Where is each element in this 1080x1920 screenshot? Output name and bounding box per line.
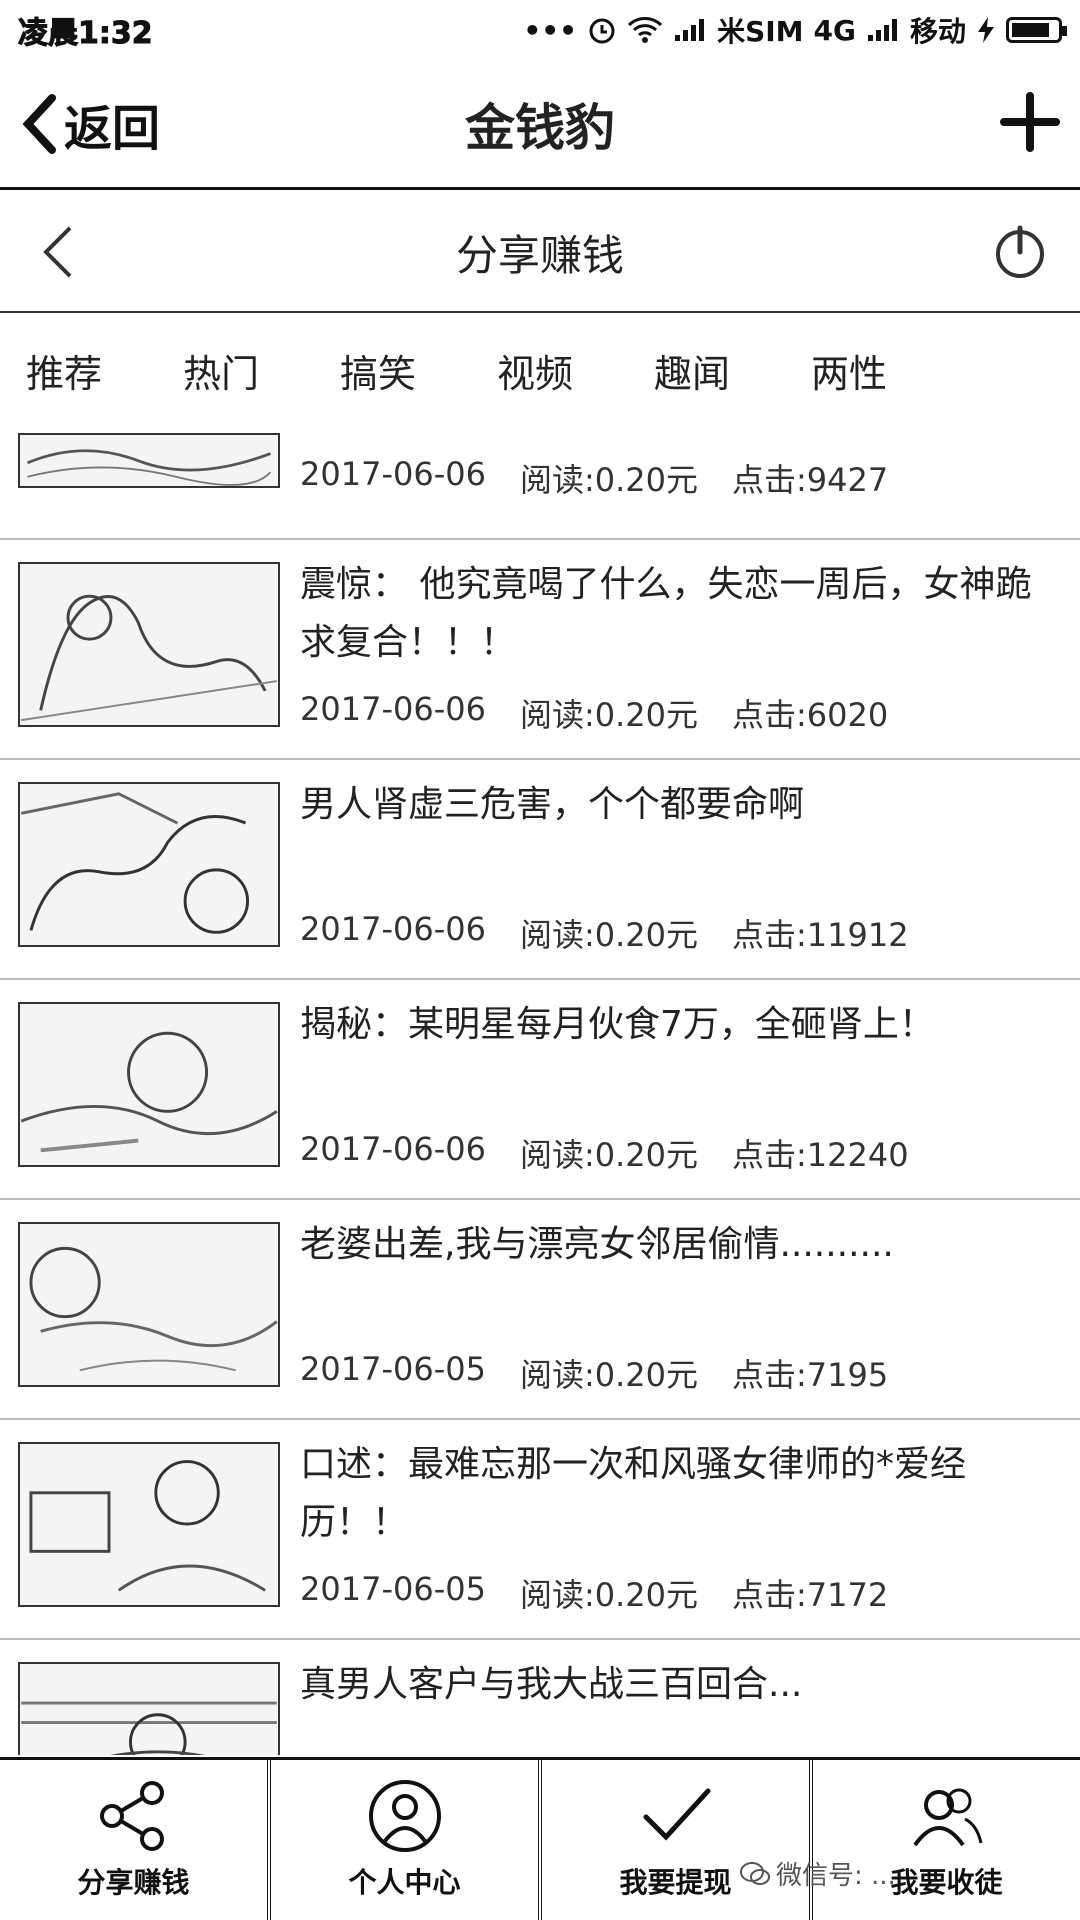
wechat-icon — [740, 1861, 770, 1885]
users-icon — [912, 1788, 982, 1847]
tab-recommend[interactable]: 推荐 — [26, 343, 183, 398]
article-thumbnail — [18, 433, 280, 488]
status-time: 凌晨1:32 — [18, 16, 154, 52]
article-read-reward: 阅读:0.20元 — [519, 461, 699, 499]
watermark-text: 微信号: ... — [776, 1861, 896, 1891]
wifi-icon — [628, 17, 663, 43]
article-meta: 2017-06-05 阅读:0.20元 点击:7172 — [300, 1570, 922, 1616]
article-title: 震惊： 他究竟喝了什么，失恋一周后，女神跪求复合！！！ — [300, 564, 1032, 663]
share-icon — [99, 1781, 164, 1851]
article-date: 2017-06-06 — [300, 1130, 486, 1168]
list-item[interactable]: 震惊： 他究竟喝了什么，失恋一周后，女神跪求复合！！！ 2017-06-06 阅… — [0, 540, 1080, 760]
nav-label: 我要提现 — [619, 1866, 732, 1899]
nav-share-earn[interactable]: 分享赚钱 — [0, 1760, 271, 1920]
article-meta: 2017-06-06 阅读:0.20元 点击:9427 — [300, 455, 922, 501]
carrier-label: 移动 — [909, 15, 966, 48]
article-date: 2017-06-05 — [300, 1570, 486, 1608]
article-read-reward: 阅读:0.20元 — [519, 1576, 699, 1614]
list-item[interactable]: 男人肾虚三危害，个个都要命啊 2017-06-06 阅读:0.20元 点击:11… — [0, 760, 1080, 980]
article-thumbnail — [18, 1662, 280, 1755]
nav-withdraw[interactable]: 我要提现 — [542, 1760, 813, 1920]
article-clicks: 点击:7195 — [732, 1356, 889, 1394]
app-title: 金钱豹 — [465, 98, 615, 157]
network-label: 4G — [813, 13, 856, 47]
tab-funny[interactable]: 搞笑 — [340, 343, 497, 398]
signal-icon — [867, 19, 897, 41]
article-title: 老婆出差,我与漂亮女邻居偷情.......... — [300, 1224, 894, 1265]
article-list: 2017-06-06 阅读:0.20元 点击:9427 震惊： 他究竟喝了什么，… — [0, 425, 1080, 1755]
bottom-nav: 分享赚钱 个人中心 我要提现 我要收徒 — [0, 1757, 1080, 1920]
list-item[interactable]: 口述：最难忘那一次和风骚女律师的*爱经历！！ 2017-06-05 阅读:0.2… — [0, 1420, 1080, 1640]
status-bar: 凌晨1:32 ••• 米SIM 4G 移动 — [0, 0, 1080, 60]
article-date: 2017-06-06 — [300, 690, 486, 728]
chevron-left-icon — [22, 93, 56, 154]
article-thumbnail — [18, 782, 280, 947]
article-date: 2017-06-06 — [300, 455, 486, 493]
nav-recruit[interactable]: 我要收徒 — [813, 1760, 1080, 1920]
tab-gender[interactable]: 两性 — [811, 343, 968, 398]
article-date: 2017-06-05 — [300, 1350, 486, 1388]
article-clicks: 点击:12240 — [732, 1136, 909, 1174]
add-button[interactable] — [998, 90, 1062, 158]
article-read-reward: 阅读:0.20元 — [519, 696, 699, 734]
battery-icon — [1006, 17, 1067, 43]
nav-profile[interactable]: 个人中心 — [271, 1760, 542, 1920]
plus-icon — [1000, 91, 1060, 152]
nav-label: 分享赚钱 — [77, 1866, 190, 1899]
article-meta: 2017-06-06 阅读:0.20元 点击:6020 — [300, 690, 922, 736]
article-meta: 2017-06-06 阅读:0.20元 点击:12240 — [300, 1130, 943, 1176]
power-icon[interactable] — [990, 222, 1050, 282]
app-header: 返回 金钱豹 — [0, 60, 1080, 190]
article-thumbnail — [18, 1442, 280, 1607]
tab-hot[interactable]: 热门 — [183, 343, 340, 398]
article-thumbnail — [18, 562, 280, 727]
article-title: 真男人客户与我大战三百回合... — [300, 1664, 803, 1705]
list-item[interactable]: 真男人客户与我大战三百回合... — [0, 1640, 1080, 1755]
list-item[interactable]: 老婆出差,我与漂亮女邻居偷情.......... 2017-06-05 阅读:0… — [0, 1200, 1080, 1420]
chevron-left-icon[interactable] — [30, 222, 90, 282]
signal-icon — [675, 19, 705, 41]
charging-icon — [978, 17, 994, 43]
article-read-reward: 阅读:0.20元 — [519, 1136, 699, 1174]
user-icon — [368, 1780, 441, 1852]
article-clicks: 点击:9427 — [732, 461, 889, 499]
article-title: 男人肾虚三危害，个个都要命啊 — [300, 784, 805, 825]
dots-icon: ••• — [523, 13, 578, 47]
tab-video[interactable]: 视频 — [497, 343, 654, 398]
article-read-reward: 阅读:0.20元 — [519, 916, 699, 954]
article-meta: 2017-06-06 阅读:0.20元 点击:11912 — [300, 910, 943, 956]
back-label: 返回 — [64, 100, 161, 157]
article-thumbnail — [18, 1002, 280, 1167]
status-icons: ••• 米SIM 4G 移动 — [523, 10, 1067, 50]
sub-title: 分享赚钱 — [455, 230, 624, 280]
nav-label: 个人中心 — [348, 1866, 461, 1899]
article-meta: 2017-06-05 阅读:0.20元 点击:7195 — [300, 1350, 922, 1396]
article-title: 揭秘：某明星每月伙食7万，全砸肾上！ — [300, 1004, 935, 1045]
article-clicks: 点击:6020 — [732, 696, 889, 734]
list-item[interactable]: 揭秘：某明星每月伙食7万，全砸肾上！ 2017-06-06 阅读:0.20元 点… — [0, 980, 1080, 1200]
alarm-icon — [589, 18, 615, 44]
article-date: 2017-06-06 — [300, 910, 486, 948]
back-button[interactable]: 返回 — [18, 89, 160, 159]
article-thumbnail — [18, 1222, 280, 1387]
sim-label: 米SIM — [717, 15, 804, 48]
article-title: 口述：最难忘那一次和风骚女律师的*爱经历！！ — [300, 1444, 967, 1543]
sub-header: 分享赚钱 — [0, 193, 1080, 313]
article-clicks: 点击:7172 — [732, 1576, 889, 1614]
article-clicks: 点击:11912 — [732, 916, 909, 954]
category-tabs: 推荐 热门 搞笑 视频 趣闻 两性 — [0, 315, 1080, 425]
watermark: 微信号: ... — [740, 1855, 896, 1892]
article-read-reward: 阅读:0.20元 — [519, 1356, 699, 1394]
nav-label: 我要收徒 — [890, 1866, 1003, 1899]
list-item[interactable]: 2017-06-06 阅读:0.20元 点击:9427 — [0, 425, 1080, 540]
tab-trivia[interactable]: 趣闻 — [654, 343, 811, 398]
check-icon — [643, 1788, 710, 1841]
